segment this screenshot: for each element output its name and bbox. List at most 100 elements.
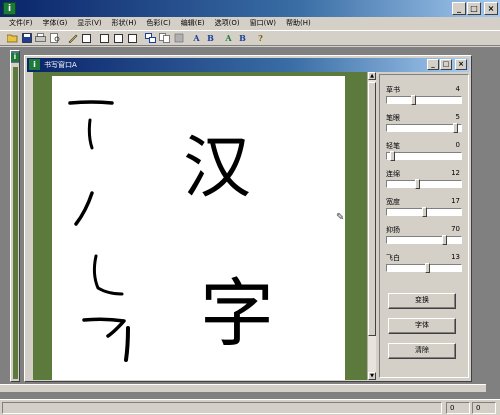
param-slider[interactable] xyxy=(386,263,462,273)
style-a-button[interactable]: A xyxy=(222,32,235,45)
canvas-char-1: 汉 xyxy=(183,129,251,208)
status-bar: 0 0 xyxy=(0,399,500,415)
param-value: 17 xyxy=(451,197,460,205)
param-value: 12 xyxy=(451,169,460,177)
status-message xyxy=(2,402,442,414)
window-layout-icon[interactable] xyxy=(80,32,93,45)
stroke-pie xyxy=(74,191,94,226)
pencil-cursor-icon: ✎ xyxy=(336,212,345,223)
menu-help[interactable]: 帮助(H) xyxy=(281,17,316,30)
slider-thumb[interactable] xyxy=(415,179,420,189)
print-preview-icon[interactable] xyxy=(48,32,61,45)
strokes-layer: 汉 字 xyxy=(68,100,274,362)
slider-thumb[interactable] xyxy=(390,151,395,161)
param-label: 笔眼 xyxy=(386,114,400,122)
param-slider[interactable] xyxy=(386,207,462,217)
param-label: 连绵 xyxy=(386,170,400,178)
menu-bar: 文件(F) 字体(G) 显示(V) 形状(H) 色彩(C) 编辑(E) 选项(O… xyxy=(0,17,500,30)
menu-file[interactable]: 文件(F) xyxy=(4,17,38,30)
layout-3-icon[interactable] xyxy=(126,32,139,45)
layout-2-icon[interactable] xyxy=(112,32,125,45)
menu-shape[interactable]: 形状(H) xyxy=(107,17,142,30)
minimize-button[interactable]: _ xyxy=(452,2,466,15)
param-label: 宽度 xyxy=(386,198,400,206)
style-b-button[interactable]: B xyxy=(236,32,249,45)
close-button[interactable]: × xyxy=(484,2,498,15)
canvas-vertical-scrollbar[interactable]: ▲ ▼ xyxy=(367,72,376,380)
font-a-button[interactable]: A xyxy=(190,32,203,45)
font-button[interactable]: 字体 xyxy=(388,318,456,334)
param-slider[interactable] xyxy=(386,123,462,133)
pen-icon[interactable] xyxy=(66,32,79,45)
menu-edit[interactable]: 编辑(E) xyxy=(176,17,210,30)
param-value: 13 xyxy=(451,253,460,261)
menu-font[interactable]: 字体(G) xyxy=(38,17,73,30)
param-label: 飞白 xyxy=(386,254,400,262)
main-horizontal-scrollbar[interactable] xyxy=(0,384,486,392)
help-icon[interactable]: ? xyxy=(254,32,267,45)
canvas-char-2: 字 xyxy=(200,271,274,357)
stroke-heng xyxy=(68,100,114,105)
parameter-panel: 草书 4 笔眼 5 轻笔 0 连绵 12 宽度 17 抑扬 70 飞白 13 变… xyxy=(379,74,469,378)
param-label: 抑扬 xyxy=(386,226,400,234)
writing-canvas[interactable]: 汉 字 ✎ xyxy=(52,76,345,380)
convert-button[interactable]: 变换 xyxy=(388,293,456,309)
slider-thumb[interactable] xyxy=(442,235,447,245)
writing-window-title-bar[interactable]: i 书写窗口A _ □ × xyxy=(27,58,469,72)
paste-icon[interactable] xyxy=(172,32,185,45)
background-child-title[interactable]: i xyxy=(11,51,19,63)
param-label: 轻笔 xyxy=(386,142,400,150)
menu-options[interactable]: 选项(O) xyxy=(210,17,245,30)
clear-button[interactable]: 清除 xyxy=(388,343,456,359)
child-maximize-button[interactable]: □ xyxy=(440,59,452,70)
param-slider[interactable] xyxy=(386,235,462,245)
child-minimize-button[interactable]: _ xyxy=(427,59,439,70)
toolbar: A B A B ? xyxy=(0,30,500,46)
background-child-icon[interactable]: i xyxy=(11,53,19,62)
slider-thumb[interactable] xyxy=(411,95,416,105)
menu-view[interactable]: 显示(V) xyxy=(72,17,106,30)
maximize-button[interactable]: □ xyxy=(467,2,481,15)
child-close-button[interactable]: × xyxy=(455,59,467,70)
status-pane-2: 0 xyxy=(472,402,496,414)
writing-window: i 书写窗口A _ □ × 汉 字 ✎ ▲ ▼ 草书 4 笔眼 5 轻笔 0 连… xyxy=(24,55,472,382)
menu-color[interactable]: 色彩(C) xyxy=(141,17,175,30)
stroke-shu xyxy=(87,118,94,150)
param-slider[interactable] xyxy=(386,151,462,161)
slider-thumb[interactable] xyxy=(422,207,427,217)
param-slider[interactable] xyxy=(386,95,462,105)
cascade-icon[interactable] xyxy=(144,32,157,45)
status-pane-1: 0 xyxy=(446,402,470,414)
writing-window-icon[interactable]: i xyxy=(29,59,40,70)
app-title-bar[interactable]: i _ □ × xyxy=(0,0,500,17)
param-label: 草书 xyxy=(386,86,400,94)
param-lianmian: 连绵 12 xyxy=(384,169,464,195)
copy-icon[interactable] xyxy=(158,32,171,45)
stroke-shu-2 xyxy=(124,326,130,362)
param-biyan: 笔眼 5 xyxy=(384,113,464,139)
open-folder-icon[interactable] xyxy=(6,32,19,45)
menu-window[interactable]: 窗口(W) xyxy=(245,17,281,30)
font-b-button[interactable]: B xyxy=(204,32,217,45)
param-caoshu: 草书 4 xyxy=(384,85,464,111)
slider-thumb[interactable] xyxy=(425,263,430,273)
app-icon[interactable]: i xyxy=(3,2,16,15)
canvas-frame: 汉 字 ✎ xyxy=(33,72,367,380)
scroll-down-button[interactable]: ▼ xyxy=(368,372,376,380)
print-icon[interactable] xyxy=(34,32,47,45)
param-slider[interactable] xyxy=(386,179,462,189)
param-value: 5 xyxy=(455,113,460,121)
param-value: 4 xyxy=(455,85,460,93)
save-icon[interactable] xyxy=(20,32,33,45)
param-value: 0 xyxy=(455,141,460,149)
background-child-canvas-edge xyxy=(13,67,18,379)
param-kuandu: 宽度 17 xyxy=(384,197,464,223)
param-feibai: 飞白 13 xyxy=(384,253,464,279)
layout-1-icon[interactable] xyxy=(98,32,111,45)
slider-thumb[interactable] xyxy=(453,123,458,133)
scroll-thumb[interactable] xyxy=(368,82,376,336)
writing-window-title: 书写窗口A xyxy=(44,61,77,69)
scroll-up-button[interactable]: ▲ xyxy=(368,72,376,80)
background-child-window[interactable]: i xyxy=(10,50,20,382)
param-qingbi: 轻笔 0 xyxy=(384,141,464,167)
